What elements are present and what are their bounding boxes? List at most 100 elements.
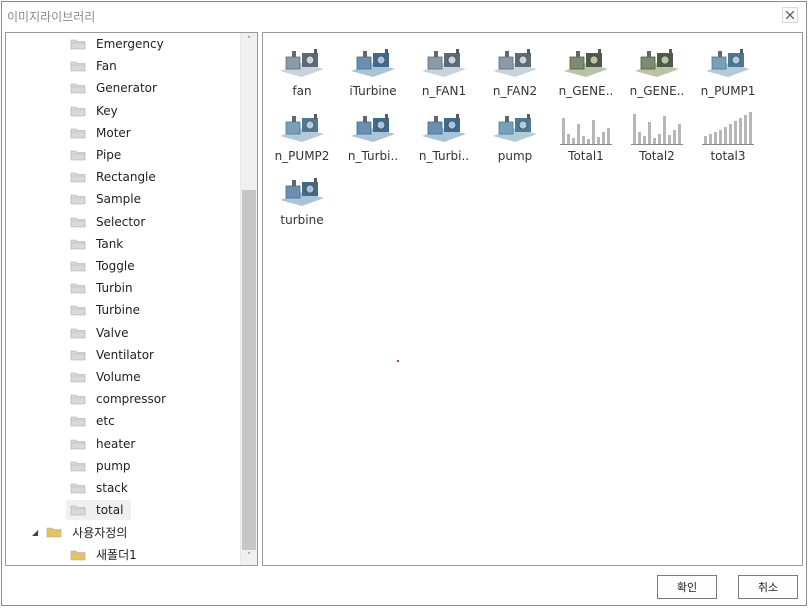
folder-icon <box>70 171 86 183</box>
gallery-item[interactable]: iTurbine <box>339 43 407 103</box>
tree-item-label: Pipe <box>96 148 122 162</box>
gallery-item[interactable]: pump <box>481 108 549 168</box>
turbine-equipment-icon <box>347 45 399 81</box>
tree-item[interactable]: Ventilator <box>66 345 162 365</box>
tree-item[interactable]: Moter <box>66 123 139 143</box>
gallery-item[interactable]: Total2 <box>623 108 691 168</box>
folder-icon <box>70 193 86 205</box>
gallery-item[interactable]: n_GENE.. <box>552 43 620 103</box>
pump-equipment-icon <box>702 45 754 81</box>
gallery-item[interactable]: Total1 <box>552 108 620 168</box>
stray-pixel <box>397 360 399 362</box>
gallery-item[interactable]: n_PUMP1 <box>694 43 762 103</box>
tree-item[interactable]: etc <box>66 411 123 431</box>
tree-item[interactable]: Pipe <box>66 145 129 165</box>
gallery-item[interactable]: n_GENE.. <box>623 43 691 103</box>
folder-icon <box>70 38 86 50</box>
folder-icon <box>70 260 86 272</box>
tree-item-label: etc <box>96 414 115 429</box>
folder-icon <box>70 371 86 383</box>
folder-icon <box>70 216 86 228</box>
fan-equipment-icon <box>489 45 541 81</box>
tree-item-label: Turbin <box>96 281 133 296</box>
folder-icon <box>70 393 86 405</box>
tree-item[interactable]: stack <box>66 478 136 498</box>
tree-item[interactable]: Sample <box>66 189 149 209</box>
tree-item[interactable]: total <box>66 500 132 521</box>
tree-item[interactable]: Emergency <box>66 34 172 54</box>
folder-icon <box>70 482 86 494</box>
tree-item[interactable]: heater <box>66 434 143 454</box>
tree-item-label: Fan <box>96 59 117 74</box>
tree-group-label: 사용자정의 <box>72 525 128 540</box>
tree-item[interactable]: Rectangle <box>66 167 164 187</box>
gallery-item-label: n_FAN1 <box>421 84 467 98</box>
gallery-item[interactable]: n_Turbi.. <box>410 108 478 168</box>
turbine-equipment-icon <box>418 110 470 146</box>
tree-item[interactable]: Key <box>66 101 126 121</box>
gallery-item[interactable]: total3 <box>694 108 762 168</box>
scroll-thumb[interactable] <box>242 190 256 550</box>
gallery-item[interactable]: n_FAN1 <box>410 43 478 103</box>
tree-item-label: Generator <box>96 81 157 96</box>
turbine-equipment-icon <box>347 110 399 146</box>
tree-item-label: Toggle <box>96 259 135 273</box>
gallery-item-label: Total1 <box>568 148 604 163</box>
ok-button[interactable]: 확인 <box>657 575 717 599</box>
tree-item-label: Turbine <box>96 303 140 318</box>
generator-equipment-icon <box>631 45 683 81</box>
close-button[interactable] <box>782 7 798 23</box>
tree-item[interactable]: Turbin <box>66 278 141 298</box>
fan-equipment-icon <box>276 45 328 81</box>
folder-icon <box>70 127 86 139</box>
pump-equipment-icon <box>276 110 328 146</box>
scroll-up-button[interactable]: ˄ <box>241 33 257 49</box>
gallery-item-label: n_PUMP1 <box>700 84 756 98</box>
folder-tree[interactable]: ˄ ˅ Emergency Fan Generator Key Moter Pipe Rec… <box>5 32 258 566</box>
scroll-down-button[interactable]: ˅ <box>241 549 257 565</box>
gallery-item[interactable]: n_PUMP2 <box>268 108 336 168</box>
folder-icon <box>70 149 86 161</box>
tree-item[interactable]: Selector <box>66 212 153 232</box>
image-gallery[interactable]: fan iTurbine n_FAN1 n_FAN2 n_GENE.. n_GENE.. n… <box>262 32 803 566</box>
tree-item[interactable]: Fan <box>66 56 125 76</box>
tree-item[interactable]: Valve <box>66 323 136 343</box>
folder-icon <box>70 504 86 516</box>
gallery-item-label: n_Turbi.. <box>418 148 470 163</box>
gallery-item[interactable]: n_FAN2 <box>481 43 549 103</box>
gallery-item[interactable]: n_Turbi.. <box>339 108 407 168</box>
cancel-button[interactable]: 취소 <box>738 575 798 599</box>
gallery-item-label: iTurbine <box>349 84 397 98</box>
tree-item-label: compressor <box>96 392 167 407</box>
tree-item[interactable]: Volume <box>66 367 149 387</box>
title-bar: 이미지라이브러리 <box>2 2 806 30</box>
tree-item[interactable]: compressor <box>66 389 174 409</box>
gallery-item[interactable]: fan <box>268 43 336 103</box>
tree-item-label: heater <box>96 436 136 451</box>
tree-item[interactable]: Generator <box>66 78 165 98</box>
folder-icon <box>70 105 86 117</box>
tree-item-label: 새폴더1 <box>96 548 137 563</box>
tree-item-custom[interactable]: 새폴더1 <box>70 545 137 565</box>
bar-gauge-icon <box>702 109 754 146</box>
tree-scrollbar[interactable]: ˄ ˅ <box>240 33 257 565</box>
tree-item[interactable]: pump <box>66 456 139 476</box>
open-folder-icon <box>46 526 62 538</box>
tree-item-label: Rectangle <box>96 170 156 185</box>
tree-item[interactable]: Toggle <box>66 256 143 276</box>
close-icon <box>786 11 794 19</box>
gallery-item[interactable]: turbine <box>268 172 336 232</box>
gallery-item-label: Total2 <box>639 148 675 163</box>
tree-item[interactable]: Tank <box>66 234 131 254</box>
tree-item[interactable]: Turbine <box>66 300 148 320</box>
tree-item-label: Key <box>96 103 118 118</box>
chevron-up-icon: ˄ <box>246 36 252 46</box>
chevron-down-icon: ˅ <box>246 552 252 562</box>
tree-item-label: pump <box>96 458 131 473</box>
folder-icon <box>70 415 86 427</box>
tree-group-custom[interactable]: ◢ 사용자정의 <box>32 522 127 542</box>
folder-icon <box>70 349 86 361</box>
gallery-item-label: n_GENE.. <box>629 84 685 98</box>
tree-item-label: Tank <box>96 236 124 251</box>
tree-item-label: stack <box>96 481 128 495</box>
